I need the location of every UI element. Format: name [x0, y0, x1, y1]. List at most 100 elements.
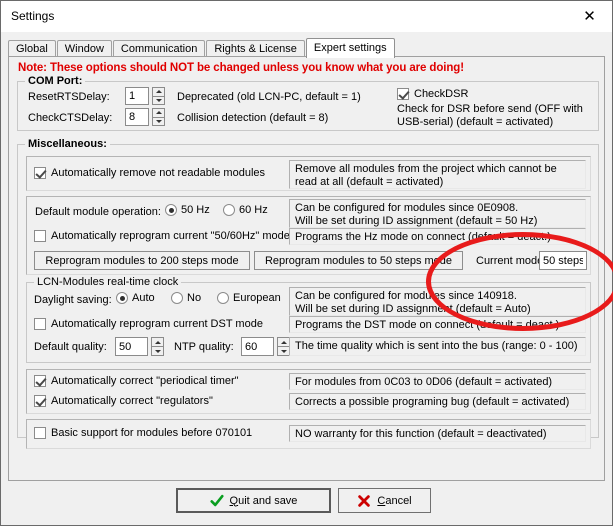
- radio-dst-auto[interactable]: Auto: [116, 292, 155, 304]
- basic-support-desc: NO warranty for this function (default =…: [289, 425, 586, 442]
- check-cts-spinner-down[interactable]: [152, 117, 165, 127]
- radio-dot-icon: [223, 204, 235, 216]
- radio-50hz-label: 50 Hz: [181, 204, 210, 216]
- daylight-desc-line2: Will be set during ID assignment (defaul…: [295, 303, 580, 316]
- tab-strip: Global Window Communication Rights & Lic…: [8, 37, 605, 57]
- ntp-quality-label: NTP quality:: [174, 341, 234, 353]
- checkbox-box-icon: [34, 230, 46, 242]
- reprogram-50-steps-button[interactable]: Reprogram modules to 50 steps mode: [254, 251, 463, 270]
- module-operation-desc-line1: Can be configured for modules since 0E09…: [295, 202, 580, 215]
- auto-remove-desc-line1: Remove all modules from the project whic…: [295, 163, 580, 176]
- check-dsr-label: CheckDSR: [414, 88, 468, 100]
- corrections-panel: Automatically correct "periodical timer"…: [26, 369, 591, 414]
- default-module-operation-label: Default module operation:: [35, 206, 161, 218]
- warning-note: Note: These options should NOT be change…: [18, 62, 464, 74]
- radio-dst-no[interactable]: No: [171, 292, 201, 304]
- tab-expert-settings[interactable]: Expert settings: [306, 38, 395, 58]
- reset-rts-delay-input[interactable]: [125, 87, 149, 105]
- window-title: Settings: [11, 9, 54, 23]
- reset-rts-spinner-up[interactable]: [152, 87, 165, 96]
- radio-dot-icon: [171, 292, 183, 304]
- checkbox-box-icon: [34, 318, 46, 330]
- quit-and-save-button[interactable]: Quit and save: [176, 488, 331, 513]
- check-dsr-checkbox[interactable]: CheckDSR: [397, 88, 468, 100]
- auto-remove-checkbox[interactable]: Automatically remove not readable module…: [34, 167, 265, 179]
- reset-rts-delay-label: ResetRTSDelay:: [28, 91, 110, 103]
- check-cts-spinner-up[interactable]: [152, 108, 165, 117]
- auto-remove-panel: Automatically remove not readable module…: [26, 156, 591, 191]
- title-bar: Settings ✕: [1, 1, 612, 32]
- regulators-label: Automatically correct "regulators": [51, 395, 213, 407]
- default-quality-input[interactable]: [115, 337, 148, 356]
- check-icon: [210, 494, 224, 508]
- radio-dst-auto-label: Auto: [132, 292, 155, 304]
- rtc-caption: LCN-Modules real-time clock: [34, 276, 181, 288]
- check-cts-delay-label: CheckCTSDelay:: [28, 112, 112, 124]
- reset-rts-spinner-down[interactable]: [152, 96, 165, 106]
- module-operation-desc-line2: Will be set during ID assignment (defaul…: [295, 215, 580, 228]
- checkbox-box-icon: [34, 167, 46, 179]
- current-mode-label: Current mode:: [476, 255, 546, 267]
- radio-dst-european[interactable]: European: [217, 292, 281, 304]
- radio-dot-icon: [165, 204, 177, 216]
- checkbox-box-icon: [34, 375, 46, 387]
- auto-reprogram-dst-label: Automatically reprogram current DST mode: [51, 318, 263, 330]
- cancel-label: Cancel: [377, 495, 411, 507]
- tab-global[interactable]: Global: [8, 40, 56, 57]
- auto-reprogram-hz-checkbox[interactable]: Automatically reprogram current "50/60Hz…: [34, 230, 290, 242]
- periodical-timer-checkbox[interactable]: Automatically correct "periodical timer": [34, 375, 239, 387]
- reset-rts-delay-spinner[interactable]: [152, 87, 165, 105]
- miscellaneous-caption: Miscellaneous:: [25, 138, 110, 150]
- module-operation-panel: Default module operation: 50 Hz 60 Hz Ca…: [26, 196, 591, 275]
- default-quality-label: Default quality:: [34, 341, 107, 353]
- module-operation-desc: Can be configured for modules since 0E09…: [289, 199, 586, 228]
- settings-window: Settings ✕ Global Window Communication R…: [0, 0, 613, 526]
- rtc-group: LCN-Modules real-time clock Daylight sav…: [26, 282, 591, 363]
- checkbox-box-icon: [397, 88, 409, 100]
- check-cts-delay-input[interactable]: [125, 108, 149, 126]
- tab-communication[interactable]: Communication: [113, 40, 205, 57]
- radio-dst-european-label: European: [233, 292, 281, 304]
- daylight-saving-desc: Can be configured for modules since 1409…: [289, 287, 586, 316]
- check-cts-delay-desc: Collision detection (default = 8): [177, 112, 328, 124]
- quit-accel-letter: Q: [230, 495, 239, 507]
- checkbox-box-icon: [34, 427, 46, 439]
- auto-reprogram-hz-desc: Programs the Hz mode on connect (default…: [289, 228, 586, 245]
- ntp-quality-input[interactable]: [241, 337, 274, 356]
- default-quality-spinner-up[interactable]: [151, 337, 164, 346]
- default-quality-spinner-down[interactable]: [151, 346, 164, 356]
- cancel-rest-text: ancel: [385, 495, 411, 507]
- tab-window[interactable]: Window: [57, 40, 112, 57]
- auto-remove-label: Automatically remove not readable module…: [51, 167, 265, 179]
- basic-support-checkbox[interactable]: Basic support for modules before 070101: [34, 427, 252, 439]
- com-port-caption: COM Port:: [25, 75, 85, 87]
- tab-rights-license[interactable]: Rights & License: [206, 40, 305, 57]
- check-dsr-desc-line1: Check for DSR before send (OFF with: [397, 103, 583, 115]
- basic-support-panel: Basic support for modules before 070101 …: [26, 419, 591, 449]
- radio-60hz-label: 60 Hz: [239, 204, 268, 216]
- miscellaneous-group: Miscellaneous: Automatically remove not …: [17, 144, 599, 438]
- checkbox-box-icon: [34, 395, 46, 407]
- regulators-checkbox[interactable]: Automatically correct "regulators": [34, 395, 213, 407]
- cancel-button[interactable]: Cancel: [338, 488, 431, 513]
- current-mode-value: [539, 251, 587, 270]
- com-port-group: COM Port: ResetRTSDelay: Deprecated (old…: [17, 81, 599, 131]
- reprogram-200-steps-button[interactable]: Reprogram modules to 200 steps mode: [34, 251, 250, 270]
- periodical-timer-desc: For modules from 0C03 to 0D06 (default =…: [289, 373, 586, 390]
- radio-dst-no-label: No: [187, 292, 201, 304]
- default-quality-spinner[interactable]: [151, 337, 164, 356]
- radio-60hz[interactable]: 60 Hz: [223, 204, 268, 216]
- daylight-saving-label: Daylight saving:: [34, 294, 112, 306]
- daylight-desc-line1: Can be configured for modules since 1409…: [295, 290, 580, 303]
- auto-reprogram-dst-checkbox[interactable]: Automatically reprogram current DST mode: [34, 318, 263, 330]
- radio-50hz[interactable]: 50 Hz: [165, 204, 210, 216]
- close-icon[interactable]: ✕: [567, 1, 612, 31]
- reset-rts-delay-desc: Deprecated (old LCN-PC, default = 1): [177, 91, 361, 103]
- footer-bar: Quit and save Cancel: [1, 481, 612, 525]
- auto-reprogram-hz-label: Automatically reprogram current "50/60Hz…: [51, 230, 290, 242]
- check-cts-delay-spinner[interactable]: [152, 108, 165, 126]
- radio-dot-icon: [217, 292, 229, 304]
- expert-settings-page: Note: These options should NOT be change…: [8, 56, 605, 481]
- auto-remove-desc-line2: read at all (default = activated): [295, 176, 580, 189]
- basic-support-label: Basic support for modules before 070101: [51, 427, 252, 439]
